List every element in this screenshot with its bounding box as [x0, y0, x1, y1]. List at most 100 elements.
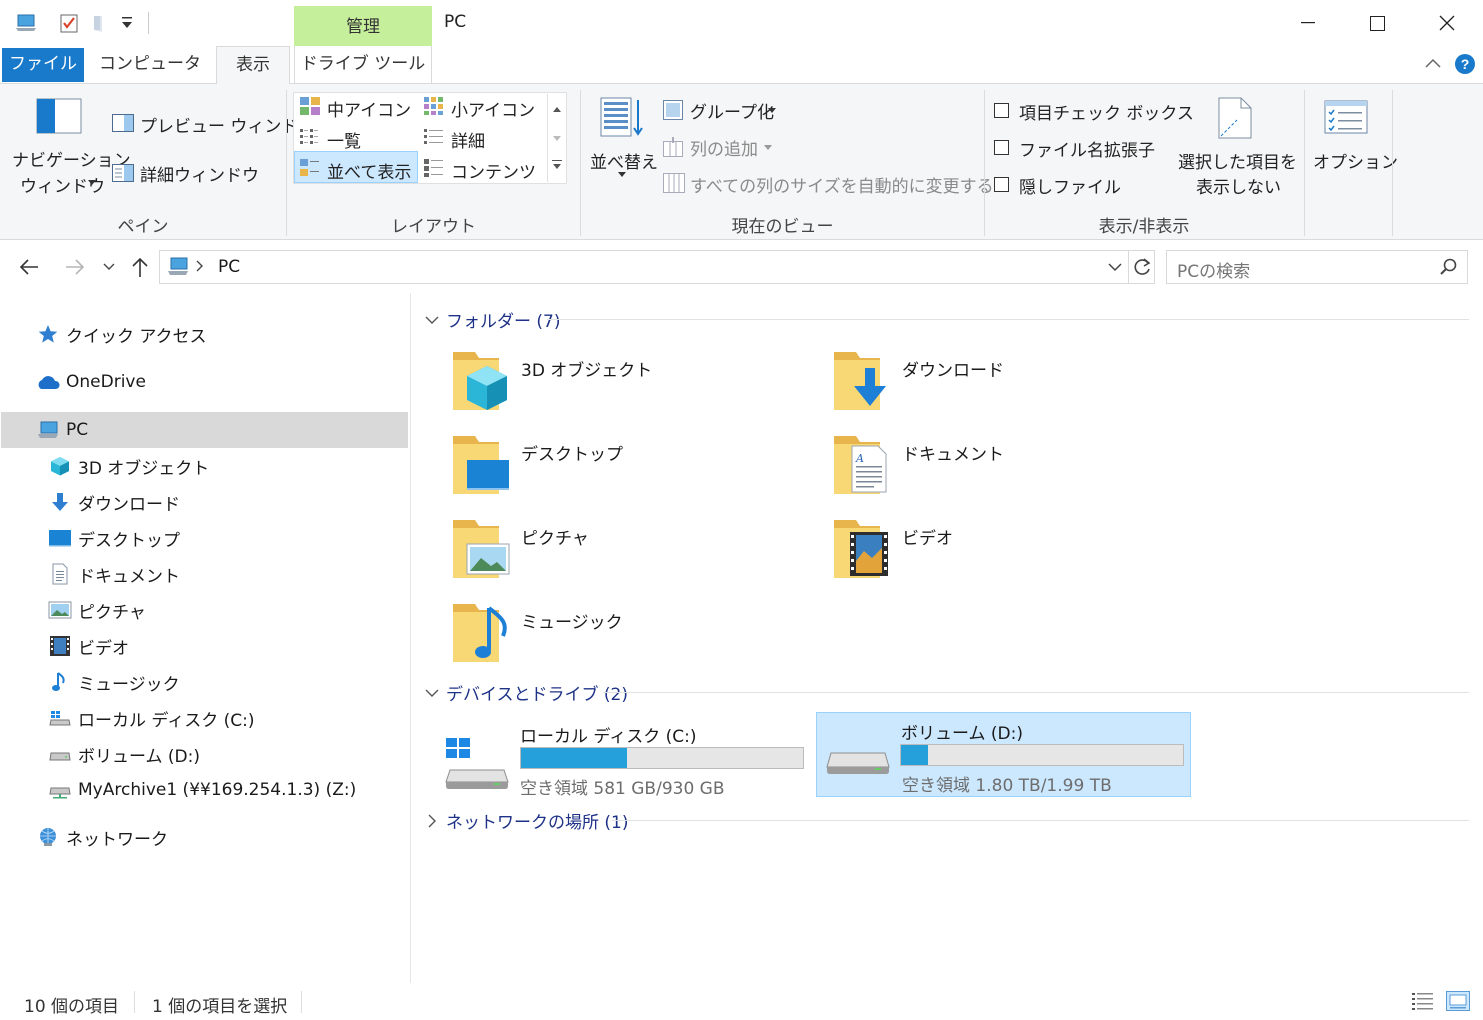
folder-downloads-icon: [834, 352, 886, 410]
item-checkboxes-checkbox[interactable]: [994, 103, 1009, 118]
group-header-label: デバイスとドライブ (2): [446, 685, 628, 705]
folder-music[interactable]: ミュージック: [453, 600, 813, 680]
recent-locations-chevron-icon[interactable]: [103, 263, 115, 271]
network-drive-icon: [48, 778, 72, 802]
layout-tiles[interactable]: 並べて表示: [327, 158, 411, 183]
folders-group-header[interactable]: フォルダー (7): [425, 307, 560, 332]
layout-medium-icons[interactable]: 中アイコン: [327, 96, 411, 121]
minimize-button[interactable]: [1273, 0, 1343, 46]
nav-music[interactable]: ミュージック: [48, 665, 180, 699]
folder-3d-objects[interactable]: 3D オブジェクト: [453, 348, 813, 428]
nav-3d-objects[interactable]: 3D オブジェクト: [48, 449, 209, 483]
layout-list[interactable]: 一覧: [327, 127, 361, 152]
refresh-icon[interactable]: [1132, 257, 1152, 277]
item-checkboxes-label[interactable]: 項目チェック ボックス: [1019, 99, 1194, 124]
folder-name: ミュージック: [521, 613, 623, 633]
folder-pictures[interactable]: ピクチャ: [453, 516, 813, 596]
layout-gallery-scroll[interactable]: [547, 94, 566, 182]
navigation-pane-icon[interactable]: [36, 98, 82, 134]
folder-name: ドキュメント: [902, 445, 1004, 465]
layout-details[interactable]: 詳細: [451, 127, 485, 152]
windows-drive-icon: [48, 706, 72, 730]
customize-qat-icon[interactable]: [120, 14, 142, 36]
document-icon: [48, 562, 72, 586]
nav-desktop[interactable]: デスクトップ: [48, 521, 180, 555]
folder-documents[interactable]: A ドキュメント: [834, 432, 1194, 512]
nav-documents[interactable]: ドキュメント: [48, 557, 180, 591]
hidden-items-label[interactable]: 隠しファイル: [1019, 173, 1121, 198]
nav-label: ダウンロード: [78, 494, 180, 515]
group-label-current-view: 現在のビュー: [731, 217, 834, 237]
content-icon: [424, 159, 444, 177]
maximize-button[interactable]: [1342, 0, 1412, 46]
search-input[interactable]: PCの検索: [1177, 257, 1250, 282]
address-dropdown-chevron-icon[interactable]: [1108, 263, 1122, 272]
nav-downloads[interactable]: ダウンロード: [48, 485, 180, 519]
collapse-ribbon-icon[interactable]: [1424, 56, 1442, 70]
nav-onedrive[interactable]: OneDrive: [36, 365, 146, 399]
tab-file[interactable]: ファイル: [2, 48, 84, 82]
details-view-icon[interactable]: [1412, 991, 1434, 1011]
large-icons-view-icon[interactable]: [1446, 991, 1470, 1011]
layout-content[interactable]: コンテンツ: [451, 158, 536, 183]
sort-by-button[interactable]: 並べ替え: [590, 148, 658, 173]
up-arrow-icon[interactable]: [130, 256, 150, 278]
back-arrow-icon[interactable]: [18, 257, 40, 277]
hidden-items-checkbox[interactable]: [994, 177, 1009, 192]
folder-desktop[interactable]: デスクトップ: [453, 432, 813, 512]
drive-local-disk-c[interactable]: ローカル ディスク (C:) 空き領域 581 GB/930 GB: [436, 716, 810, 800]
manage-tab-group[interactable]: 管理: [294, 6, 432, 46]
nav-label: ミュージック: [78, 674, 180, 695]
nav-pc[interactable]: PC: [36, 413, 88, 447]
close-button[interactable]: [1412, 0, 1482, 46]
devices-group-header[interactable]: デバイスとドライブ (2): [425, 680, 628, 705]
size-columns-icon: [663, 173, 685, 193]
file-extensions-label[interactable]: ファイル名拡張子: [1019, 136, 1155, 161]
add-columns-button[interactable]: 列の追加: [690, 135, 758, 160]
nav-volume-d[interactable]: ボリューム (D:): [48, 737, 200, 771]
network-icon: [36, 825, 60, 849]
options-button[interactable]: オプション: [1313, 148, 1398, 173]
breadcrumb-chevron-icon[interactable]: [196, 259, 204, 273]
nav-local-disk-c[interactable]: ローカル ディスク (C:): [48, 701, 254, 735]
ribbon: ナビゲーション ウィンドウ プレビュー ウィンドウ 詳細ウィンドウ ペイン 中ア…: [0, 84, 1483, 240]
preview-pane-button[interactable]: プレビュー ウィンドウ: [140, 112, 315, 137]
tab-computer[interactable]: コンピューター: [96, 46, 204, 110]
nav-label: ボリューム (D:): [78, 746, 200, 767]
computer-icon: [166, 256, 190, 278]
properties-icon[interactable]: [58, 12, 80, 34]
nav-videos[interactable]: ビデオ: [48, 629, 129, 663]
folder-downloads[interactable]: ダウンロード: [834, 348, 1194, 428]
hide-selected-button-line2[interactable]: 表示しない: [1196, 173, 1281, 198]
chevron-down-icon: [764, 145, 772, 151]
cube-icon: [48, 454, 72, 478]
address-bar[interactable]: PC: [159, 250, 1155, 284]
nav-network-drive-z[interactable]: MyArchive1 (¥¥169.254.1.3) (Z:): [48, 773, 356, 807]
nav-label: デスクトップ: [78, 530, 180, 551]
folder-videos[interactable]: ビデオ: [834, 516, 1194, 596]
nav-pictures[interactable]: ピクチャ: [48, 593, 146, 627]
drive-volume-d[interactable]: ボリューム (D:) 空き領域 1.80 TB/1.99 TB: [816, 712, 1191, 797]
folder-name: ダウンロード: [902, 361, 1004, 381]
tab-drive-tools[interactable]: ドライブ ツール: [294, 46, 432, 84]
status-item-count: 10 個の項目: [24, 997, 120, 1017]
group-by-button[interactable]: グループ化: [690, 98, 774, 123]
network-locations-group-header[interactable]: ネットワークの場所 (1): [425, 808, 628, 833]
details-pane-button[interactable]: 詳細ウィンドウ: [140, 161, 259, 186]
nav-quick-access[interactable]: クイック アクセス: [36, 317, 207, 351]
help-icon[interactable]: ?: [1454, 53, 1476, 75]
size-all-columns-button[interactable]: すべての列のサイズを自動的に変更する: [690, 172, 994, 197]
chevron-right-icon: [428, 814, 436, 827]
new-folder-icon[interactable]: [90, 12, 112, 34]
file-extensions-checkbox[interactable]: [994, 140, 1009, 155]
hide-selected-button[interactable]: 選択した項目を: [1178, 148, 1297, 173]
search-icon[interactable]: [1439, 258, 1457, 276]
nav-network[interactable]: ネットワーク: [36, 820, 168, 854]
add-columns-icon: [663, 137, 683, 157]
layout-small-icons[interactable]: 小アイコン: [451, 96, 535, 121]
tab-view[interactable]: 表示: [216, 46, 290, 85]
breadcrumb-pc[interactable]: PC: [218, 257, 240, 277]
search-box[interactable]: PCの検索: [1166, 250, 1468, 284]
forward-arrow-icon[interactable]: [64, 257, 86, 277]
preview-pane-icon: [112, 114, 134, 132]
